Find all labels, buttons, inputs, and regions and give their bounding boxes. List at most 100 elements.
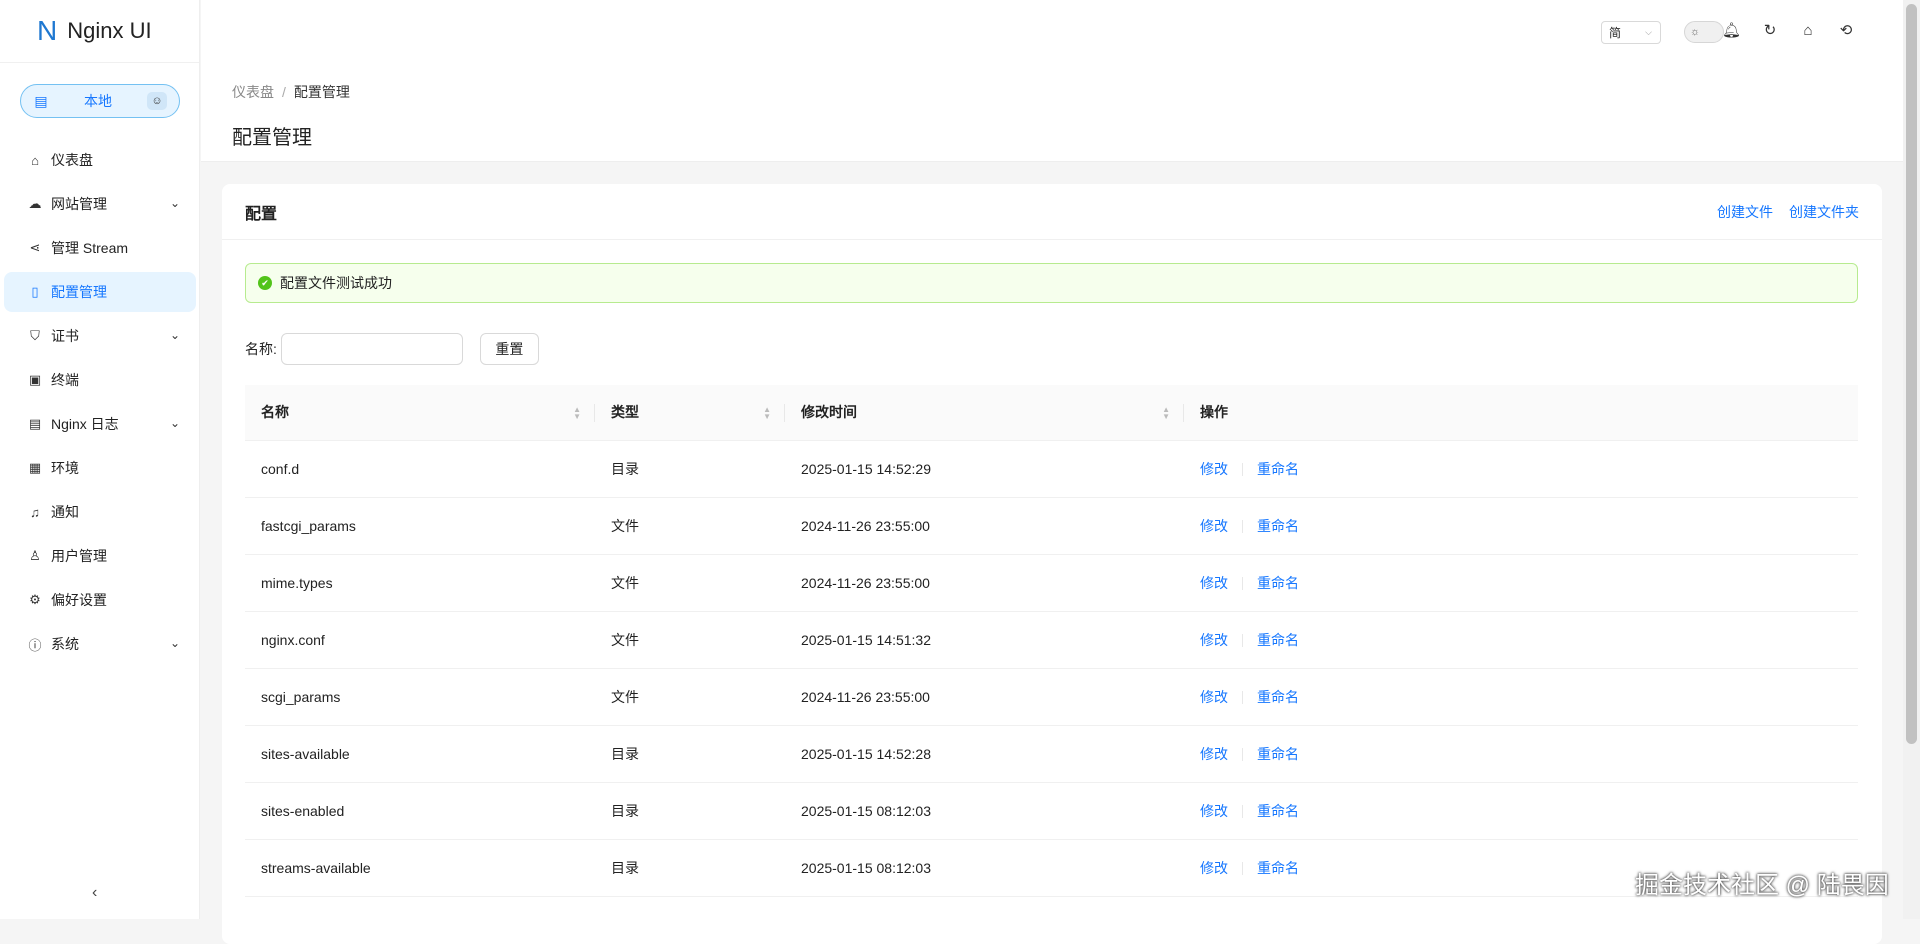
info-icon: ⓘ [28, 637, 42, 653]
edit-link[interactable]: 修改 [1200, 860, 1228, 876]
create-file-button[interactable]: 创建文件 [1717, 202, 1773, 222]
rename-link[interactable]: 重命名 [1257, 461, 1299, 477]
cloud-icon: ☁ [28, 196, 42, 211]
sidebar-item-11[interactable]: ⓘ 系统 ⌄ [4, 624, 196, 664]
sidebar-item-3[interactable]: ▯ 配置管理 [4, 272, 196, 312]
rename-link[interactable]: 重命名 [1257, 860, 1299, 876]
column-header-modified[interactable]: 修改时间 ▲ ▼ [785, 385, 1184, 441]
bell-icon: ♫ [30, 504, 40, 520]
create-folder-button[interactable]: 创建文件夹 [1789, 202, 1859, 222]
app-title: Nginx UI [67, 18, 152, 43]
app-logo[interactable]: N Nginx UI [0, 0, 199, 63]
rename-link[interactable]: 重命名 [1257, 632, 1299, 648]
breadcrumb: 仪表盘 / 配置管理 [232, 82, 350, 102]
column-header-type[interactable]: 类型 ▲ ▼ [595, 385, 785, 441]
sidebar-item-7[interactable]: ▦ 环境 [4, 448, 196, 488]
table-row: streams-available 目录 2025-01-15 08:12:03 修改… [245, 839, 1858, 897]
rename-link[interactable]: 重命名 [1257, 746, 1299, 762]
sidebar-item-2[interactable]: ⋖ 管理 Stream [4, 228, 196, 268]
sidebar-item-label: 终端 [51, 372, 79, 388]
scrollbar-thumb[interactable] [1906, 4, 1917, 744]
rename-link[interactable]: 重命名 [1257, 518, 1299, 534]
rename-link[interactable]: 重命名 [1257, 803, 1299, 819]
sort-icon[interactable]: ▲ ▼ [1162, 406, 1170, 421]
sidebar-item-label: 用户管理 [51, 548, 107, 564]
chevron-down-icon: ⌵ [1645, 27, 1652, 37]
sidebar-item-5[interactable]: ▣ 终端 [4, 360, 196, 400]
bell-icon[interactable]: 🔔︎ [1722, 22, 1741, 40]
sidebar-item-label: 管理 Stream [51, 240, 129, 256]
rename-link[interactable]: 重命名 [1257, 689, 1299, 705]
table-row: sites-available 目录 2025-01-15 14:52:28 修改 重命… [245, 725, 1858, 783]
cell-name: sites-available [245, 725, 595, 783]
sidebar-item-1[interactable]: ☁ 网站管理 ⌄ [4, 184, 196, 224]
cell-modified: 2024-11-26 23:55:00 [785, 497, 1184, 555]
table-row: conf.d 目录 2025-01-15 14:52:29 修改 重命名 [245, 440, 1858, 498]
action-divider [1242, 691, 1243, 705]
rename-link[interactable]: 重命名 [1257, 575, 1299, 591]
sidebar-item-label: 系统 [51, 636, 79, 652]
sidebar-item-9[interactable]: ♙ 用户管理 [4, 536, 196, 576]
chevron-down-icon[interactable]: ⌄ [170, 416, 180, 430]
cell-type: 文件 [595, 497, 785, 555]
environment-selector[interactable]: ▤ 本地 ☺ [20, 84, 180, 118]
reset-button[interactable]: 重置 [479, 333, 539, 365]
sidebar-item-label: 配置管理 [51, 284, 107, 300]
logout-icon[interactable]: ⟲ [1837, 22, 1855, 40]
action-divider [1242, 634, 1243, 648]
cell-name: scgi_params [245, 668, 595, 726]
sidebar-item-8[interactable]: ♫ 通知 [4, 492, 196, 532]
sidebar-item-6[interactable]: ▤ Nginx 日志 ⌄ [4, 404, 196, 444]
search-form: 名称: 重置 [245, 333, 539, 365]
cell-type: 文件 [595, 611, 785, 669]
cell-actions: 修改 重命名 [1184, 668, 1858, 726]
cell-actions: 修改 重命名 [1184, 554, 1858, 612]
cell-actions: 修改 重命名 [1184, 440, 1858, 498]
theme-toggle[interactable]: ☼ [1684, 21, 1724, 43]
edit-link[interactable]: 修改 [1200, 746, 1228, 762]
cell-type: 目录 [595, 725, 785, 783]
sun-icon: ☼ [1689, 26, 1701, 38]
environment-label: 本地 [84, 93, 112, 109]
edit-link[interactable]: 修改 [1200, 803, 1228, 819]
language-select[interactable]: 简 ⌵ [1601, 21, 1661, 44]
breadcrumb-dashboard[interactable]: 仪表盘 [232, 84, 274, 100]
terminal-icon: ▣ [28, 372, 42, 387]
name-filter-input[interactable] [280, 333, 463, 365]
edit-link[interactable]: 修改 [1200, 575, 1228, 591]
sort-icon[interactable]: ▲ ▼ [573, 406, 581, 421]
home-icon[interactable]: ⌂ [1799, 22, 1817, 40]
table-row: fastcgi_params 文件 2024-11-26 23:55:00 修改 重命名 [245, 497, 1858, 555]
sidebar-item-label: 证书 [51, 328, 79, 344]
page-scrollbar[interactable] [1903, 0, 1920, 919]
sidebar-item-10[interactable]: ⚙ 偏好设置 [4, 580, 196, 620]
chevron-down-icon[interactable]: ⌄ [170, 328, 180, 342]
edit-link[interactable]: 修改 [1200, 461, 1228, 477]
edit-link[interactable]: 修改 [1200, 518, 1228, 534]
table-row: scgi_params 文件 2024-11-26 23:55:00 修改 重命名 [245, 668, 1858, 726]
column-header-name[interactable]: 名称 ▲ ▼ [245, 385, 595, 441]
action-divider [1242, 862, 1243, 876]
user-icon: ♙ [29, 548, 41, 563]
cell-modified: 2024-11-26 23:55:00 [785, 554, 1184, 612]
chevron-down-icon[interactable]: ⌄ [170, 636, 180, 650]
cell-name: fastcgi_params [245, 497, 595, 555]
action-divider [1242, 520, 1243, 534]
robot-icon: ☺ [147, 92, 167, 110]
sidebar-item-4[interactable]: ⛉ 证书 ⌄ [4, 316, 196, 356]
table-row: mime.types 文件 2024-11-26 23:55:00 修改 重命名 [245, 554, 1858, 612]
name-filter-label: 名称: [245, 341, 277, 357]
cell-modified: 2025-01-15 14:51:32 [785, 611, 1184, 669]
sort-icon[interactable]: ▲ ▼ [763, 406, 771, 421]
edit-link[interactable]: 修改 [1200, 689, 1228, 705]
cell-actions: 修改 重命名 [1184, 782, 1858, 840]
chevron-down-icon[interactable]: ⌄ [170, 196, 180, 210]
collapse-sidebar-icon[interactable]: ‹ [92, 884, 97, 902]
edit-link[interactable]: 修改 [1200, 632, 1228, 648]
sidebar-item-0[interactable]: ⌂ 仪表盘 [4, 140, 196, 180]
action-divider [1242, 577, 1243, 591]
reload-icon[interactable]: ↻ [1761, 22, 1779, 40]
sidebar-item-label: 环境 [51, 460, 79, 476]
cell-type: 目录 [595, 782, 785, 840]
cell-name: mime.types [245, 554, 595, 612]
